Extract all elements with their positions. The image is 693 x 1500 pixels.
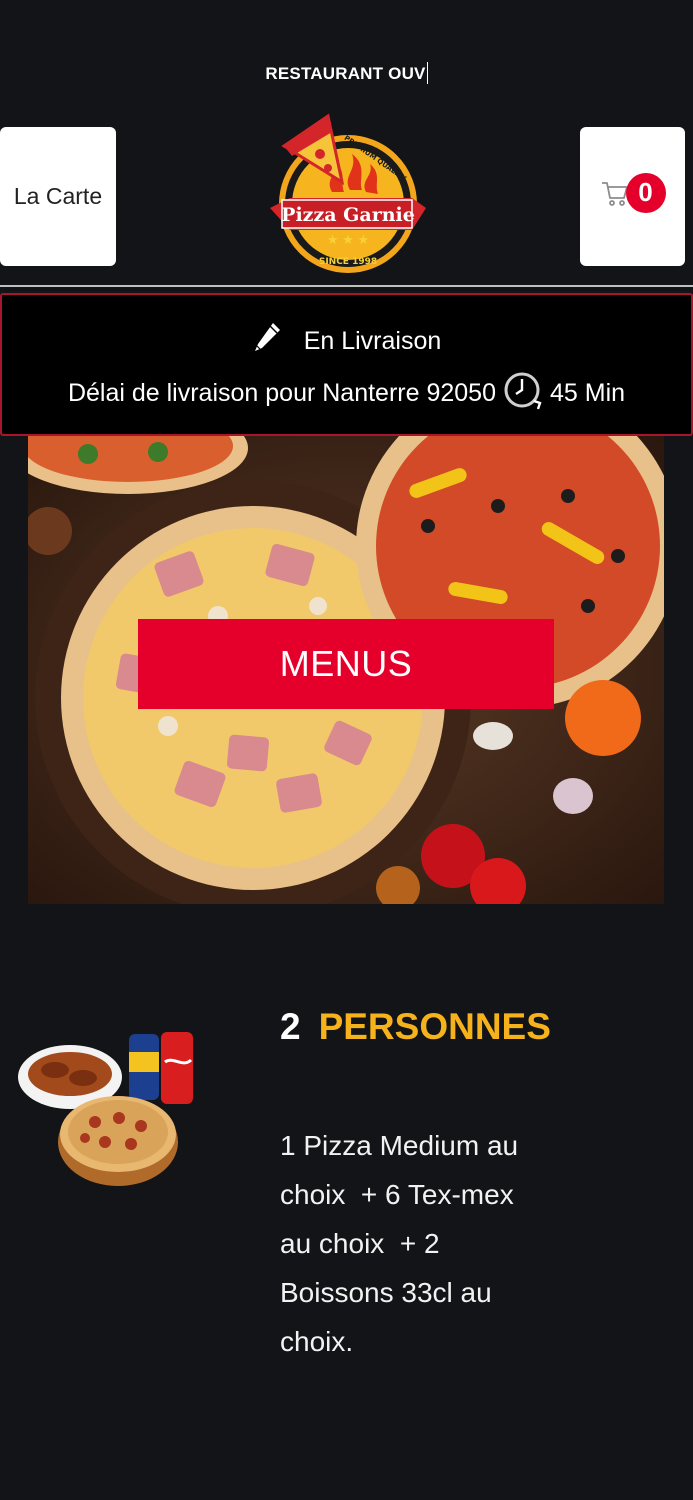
combo-count: 2 — [280, 1006, 301, 1047]
delivery-delay-value: 45 Min — [549, 379, 626, 407]
menus-button[interactable]: MENUS — [138, 619, 554, 709]
clock-icon — [502, 367, 544, 420]
combo-title-word: PERSONNES — [318, 1006, 551, 1047]
delivery-delay-text: Délai de livraison pour Nanterre 92050 — [67, 379, 496, 407]
marquee-caret — [426, 62, 428, 84]
header-divider — [0, 285, 693, 287]
cart-icon — [600, 179, 630, 214]
menus-button-label: MENUS — [279, 643, 413, 684]
pizza-garnie-logo[interactable]: Pizza Garnie ★ ★ ★ SINCE 1998 PREMIUM QU… — [262, 112, 430, 280]
cart-count-badge: 0 — [625, 172, 666, 213]
pencil-icon[interactable] — [252, 321, 282, 362]
la-carte-button[interactable]: La Carte — [0, 127, 116, 266]
combo-title: 2 PERSONNES — [280, 1006, 551, 1048]
svg-text:SINCE 1998: SINCE 1998 — [319, 257, 377, 267]
menus-hero-image[interactable]: MENUS — [28, 436, 664, 904]
cart-button[interactable]: 0 — [580, 127, 685, 266]
la-carte-label: La Carte — [13, 183, 103, 209]
delivery-mode-label: En Livraison — [303, 327, 442, 355]
combo-product-image[interactable] — [15, 1022, 205, 1192]
marquee-text: RESTAURANT OUV — [265, 64, 426, 83]
svg-text:★ ★ ★: ★ ★ ★ — [327, 232, 369, 247]
restaurant-status-marquee: RESTAURANT OUV — [0, 62, 693, 84]
svg-text:Pizza Garnie: Pizza Garnie — [281, 204, 415, 226]
delivery-info-panel[interactable]: En Livraison Délai de livraison pour Nan… — [0, 293, 693, 436]
combo-description: 1 Pizza Medium au choix + 6 Tex-mex au c… — [280, 1130, 519, 1357]
